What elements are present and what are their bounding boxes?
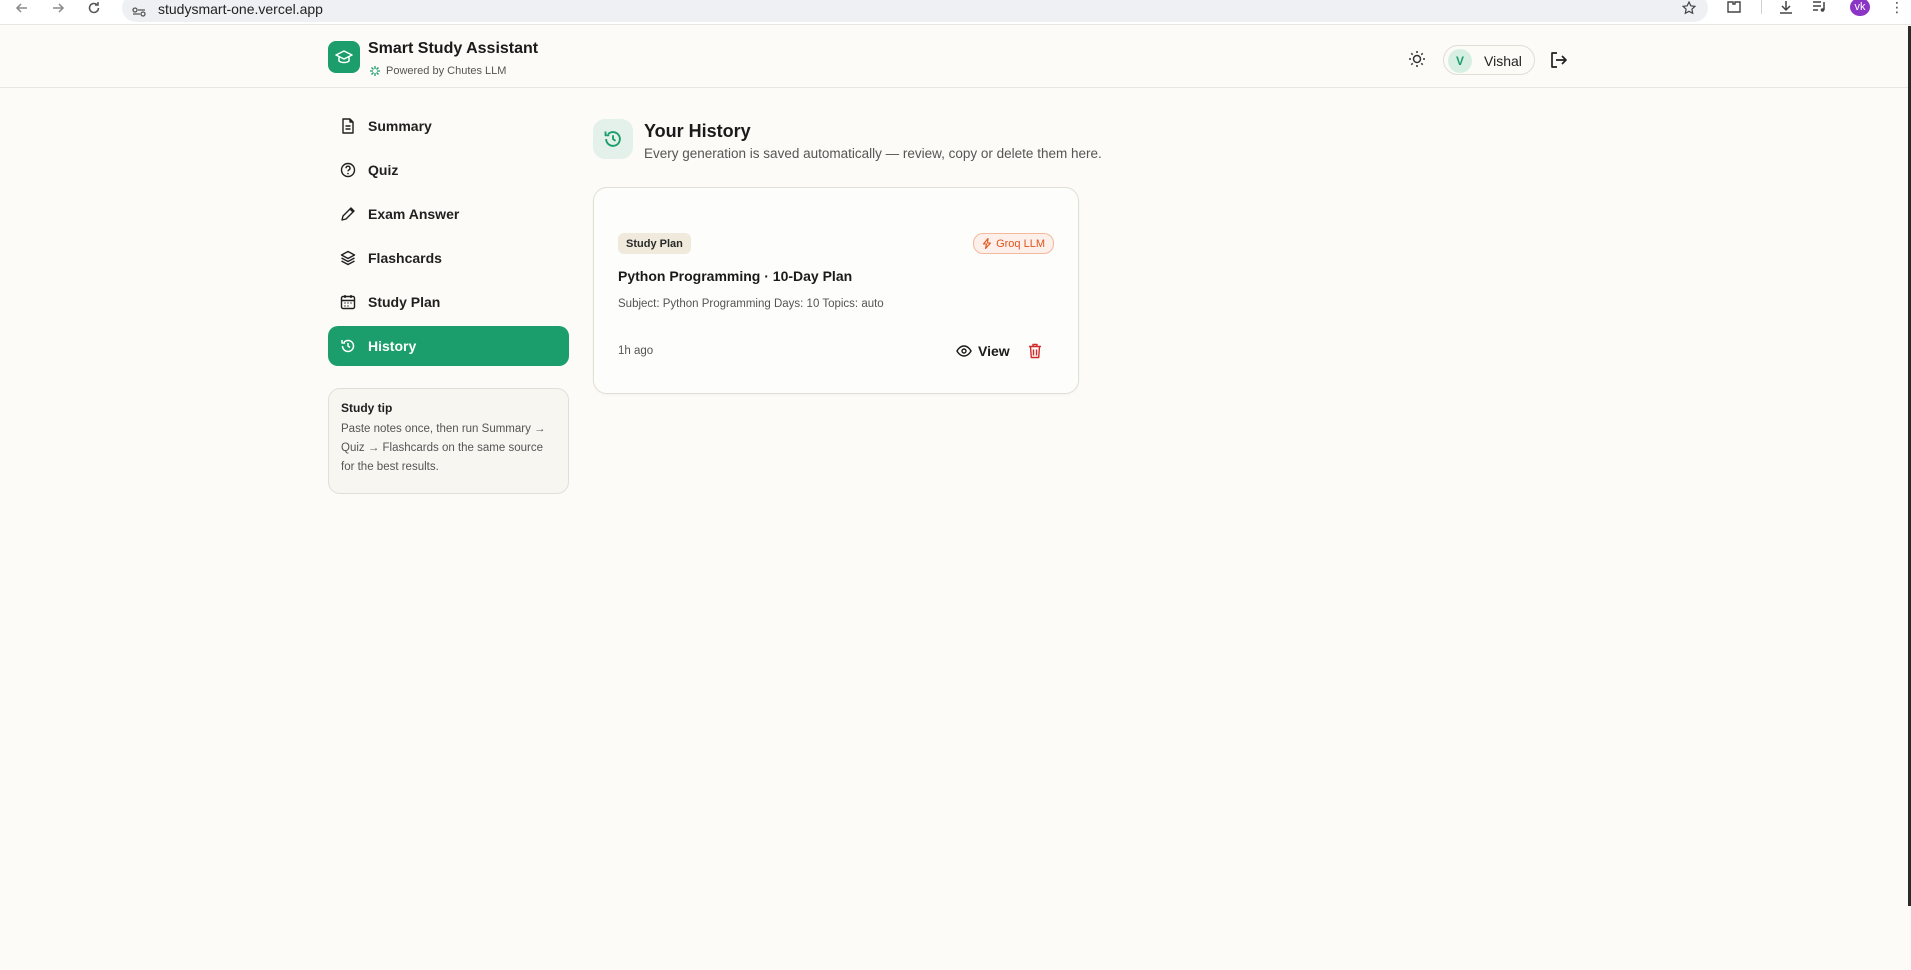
forward-arrow-icon[interactable] — [46, 0, 70, 16]
calendar-icon — [340, 294, 356, 310]
layers-icon — [340, 250, 356, 266]
extensions-icon[interactable] — [1726, 0, 1742, 19]
pen-icon — [340, 206, 356, 222]
history-icon — [340, 338, 356, 354]
page-title: Your History — [644, 121, 751, 141]
sidebar-item-label: Study Plan — [368, 294, 441, 310]
kebab-menu-icon[interactable]: ⋮ — [1890, 0, 1904, 16]
app-header: Smart Study Assistant Powered by Chutes … — [0, 26, 1908, 88]
document-icon — [340, 118, 356, 134]
study-tip-card: Study tip Paste notes once, then run Sum… — [328, 388, 569, 494]
sidebar-item-study-plan[interactable]: Study Plan — [328, 282, 569, 322]
tip-text: Paste notes once, then run Summary → Qui… — [341, 423, 546, 473]
user-name: Vishal — [1484, 53, 1522, 69]
download-icon[interactable] — [1778, 0, 1794, 19]
powered-by-label: Powered by Chutes LLM — [386, 65, 507, 77]
sun-icon[interactable] — [1407, 49, 1427, 69]
model-badge: Groq LLM — [973, 233, 1054, 254]
sidebar-item-label: Flashcards — [368, 250, 442, 266]
media-controls-icon[interactable] — [1812, 0, 1828, 19]
sidebar-item-exam-answer[interactable]: Exam Answer — [328, 194, 569, 234]
back-arrow-icon[interactable] — [10, 0, 34, 16]
logout-icon[interactable] — [1548, 49, 1570, 71]
graduation-cap-icon[interactable] — [328, 41, 360, 73]
sidebar-item-label: Summary — [368, 118, 432, 134]
toolbar-divider — [1761, 0, 1762, 14]
history-icon — [593, 119, 633, 159]
sidebar-item-label: Exam Answer — [368, 206, 460, 222]
sparkles-icon — [369, 64, 381, 82]
lightning-icon — [982, 238, 992, 249]
url-text: studysmart-one.vercel.app — [158, 1, 323, 17]
sidebar-item-flashcards[interactable]: Flashcards — [328, 238, 569, 278]
tip-title: Study tip — [341, 401, 393, 415]
bookmark-star-icon[interactable] — [1681, 0, 1697, 20]
browser-profile-avatar[interactable]: vk — [1850, 0, 1870, 16]
type-badge: Study Plan — [618, 233, 691, 254]
model-badge-label: Groq LLM — [996, 237, 1045, 250]
avatar: V — [1448, 49, 1472, 73]
card-title: Python Programming · 10-Day Plan — [618, 268, 853, 284]
sidebar-item-label: Quiz — [368, 162, 399, 178]
sidebar-nav: Summary Quiz Exam Answer Flashcards Stud… — [328, 106, 569, 370]
sidebar-item-quiz[interactable]: Quiz — [328, 150, 569, 190]
card-timestamp: 1h ago — [618, 345, 654, 357]
history-card: Study Plan Groq LLM Python Programming ·… — [593, 187, 1079, 394]
sidebar-item-history[interactable]: History — [328, 326, 569, 366]
user-menu[interactable]: V Vishal — [1443, 45, 1535, 75]
browser-toolbar: studysmart-one.vercel.app vk ⋮ — [0, 0, 1911, 25]
site-info-icon[interactable] — [132, 4, 146, 22]
eye-icon — [956, 345, 972, 357]
view-button-label: View — [978, 343, 1010, 359]
trash-icon[interactable] — [1024, 340, 1046, 362]
card-meta: Subject: Python Programming Days: 10 Top… — [618, 298, 884, 310]
reload-icon[interactable] — [82, 0, 106, 16]
page-subtitle: Every generation is saved automatically … — [644, 146, 1102, 161]
address-bar[interactable]: studysmart-one.vercel.app — [122, 0, 1708, 22]
app-title[interactable]: Smart Study Assistant — [368, 40, 538, 58]
sidebar-item-summary[interactable]: Summary — [328, 106, 569, 146]
question-circle-icon — [340, 162, 356, 178]
sidebar-item-label: History — [368, 338, 417, 354]
view-button[interactable]: View — [950, 337, 1016, 365]
